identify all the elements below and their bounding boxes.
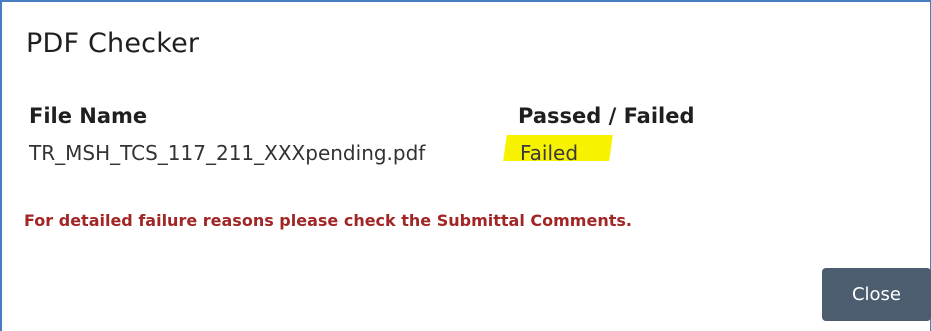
column-header-passed-failed: Passed / Failed xyxy=(518,104,695,128)
status-cell: Failed xyxy=(520,141,579,165)
failure-message: For detailed failure reasons please chec… xyxy=(24,211,632,230)
column-header-file-name: File Name xyxy=(29,104,148,128)
close-button[interactable]: Close xyxy=(822,268,931,321)
pdf-checker-dialog: PDF Checker File Name Passed / Failed TR… xyxy=(0,0,931,331)
file-name-cell: TR_MSH_TCS_117_211_XXXpending.pdf xyxy=(29,141,426,165)
dialog-title: PDF Checker xyxy=(26,28,200,59)
